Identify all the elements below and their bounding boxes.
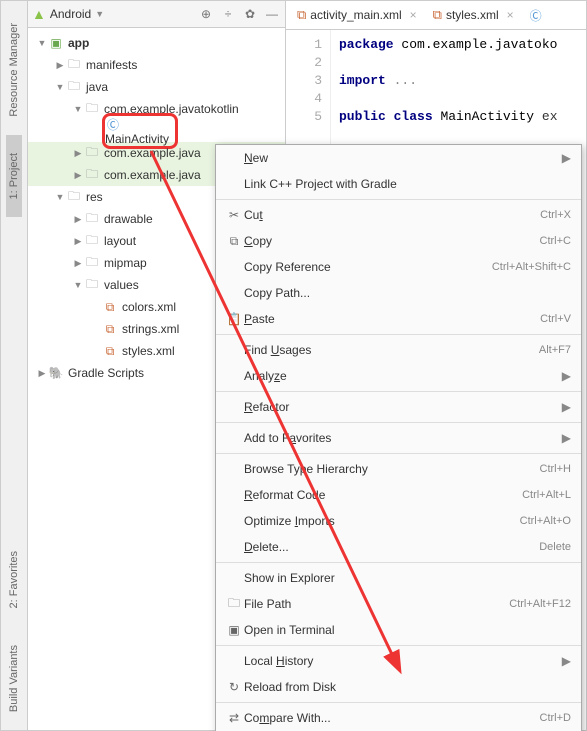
terminal-icon: ▣ xyxy=(224,623,244,637)
settings-icon[interactable]: ✿ xyxy=(241,5,259,23)
menu-analyze[interactable]: Analyze▶ xyxy=(216,363,581,389)
folder-icon: 🗀 xyxy=(84,277,100,293)
menu-copy[interactable]: ⧉CopyCtrl+C xyxy=(216,228,581,254)
xml-icon: ⧉ xyxy=(102,321,118,337)
close-icon[interactable]: × xyxy=(406,8,417,22)
menu-link-cpp[interactable]: Link C++ Project with Gradle xyxy=(216,171,581,197)
menu-browse-hierarchy[interactable]: Browse Type HierarchyCtrl+H xyxy=(216,456,581,482)
menu-file-path[interactable]: 🗀File PathCtrl+Alt+F12 xyxy=(216,591,581,617)
menu-copy-path[interactable]: Copy Path... xyxy=(216,280,581,306)
xml-icon: ⧉ xyxy=(297,7,306,23)
cut-icon: ✂ xyxy=(224,208,244,222)
menu-show-explorer[interactable]: Show in Explorer xyxy=(216,565,581,591)
xml-icon: ⧉ xyxy=(433,7,442,23)
project-pane-header: ▲ Android ▼ ⊕ ÷ ✿ — xyxy=(28,1,285,28)
submenu-arrow-icon: ▶ xyxy=(546,654,571,668)
class-icon: Ⓒ xyxy=(105,116,121,132)
folder-icon: 🗀 xyxy=(66,79,82,95)
target-icon[interactable]: ⊕ xyxy=(197,5,215,23)
menu-open-terminal[interactable]: ▣Open in Terminal xyxy=(216,617,581,643)
folder-icon: 🗀 xyxy=(224,594,244,615)
xml-icon: ⧉ xyxy=(102,343,118,359)
chevron-down-icon: ▼ xyxy=(95,9,104,19)
menu-add-favorites[interactable]: Add to Favorites▶ xyxy=(216,425,581,451)
editor-tabs: ⧉activity_main.xml× ⧉styles.xml× Ⓒ xyxy=(286,1,586,30)
package-icon: 🗀 xyxy=(84,167,100,183)
tab-overflow[interactable]: Ⓒ xyxy=(523,4,549,27)
build-variants-tab[interactable]: Build Variants xyxy=(6,627,22,730)
folder-icon: 🗀 xyxy=(84,255,100,271)
tree-mainactivity[interactable]: ⒸMainActivity xyxy=(28,120,285,142)
menu-new[interactable]: New▶ xyxy=(216,145,581,171)
resource-manager-tab[interactable]: Resource Manager xyxy=(6,5,22,135)
tree-manifests[interactable]: ▶🗀manifests xyxy=(28,54,285,76)
package-icon: 🗀 xyxy=(84,145,100,161)
submenu-arrow-icon: ▶ xyxy=(546,400,571,414)
xml-icon: ⧉ xyxy=(102,299,118,315)
folder-icon: 🗀 xyxy=(84,233,100,249)
menu-delete[interactable]: Delete...Delete xyxy=(216,534,581,560)
submenu-arrow-icon: ▶ xyxy=(546,151,571,165)
collapse-icon[interactable]: ÷ xyxy=(219,5,237,23)
submenu-arrow-icon: ▶ xyxy=(546,431,571,445)
left-sidebar: Resource Manager 1: Project 2: Favorites… xyxy=(1,1,28,730)
context-menu: New▶ Link C++ Project with Gradle ✂CutCt… xyxy=(215,144,582,731)
tree-app[interactable]: ▼▣app xyxy=(28,32,285,54)
menu-refactor[interactable]: Refactor▶ xyxy=(216,394,581,420)
menu-paste[interactable]: 📋PasteCtrl+V xyxy=(216,306,581,332)
class-icon: Ⓒ xyxy=(530,7,542,24)
tree-java[interactable]: ▼🗀java xyxy=(28,76,285,98)
favorites-tab[interactable]: 2: Favorites xyxy=(6,533,22,626)
folder-icon: 🗀 xyxy=(66,189,82,205)
close-icon[interactable]: × xyxy=(503,8,514,22)
folder-icon: 🗀 xyxy=(66,57,82,73)
compare-icon: ⇄ xyxy=(224,711,244,725)
module-icon: ▣ xyxy=(48,35,64,51)
reload-icon: ↻ xyxy=(224,680,244,694)
view-mode-label: Android xyxy=(50,7,91,21)
paste-icon: 📋 xyxy=(224,312,244,326)
minimize-icon[interactable]: — xyxy=(263,5,281,23)
menu-find-usages[interactable]: Find UsagesAlt+F7 xyxy=(216,337,581,363)
package-icon: 🗀 xyxy=(84,101,100,117)
tab-styles[interactable]: ⧉styles.xml× xyxy=(426,4,521,26)
copy-icon: ⧉ xyxy=(224,234,244,249)
menu-compare-with[interactable]: ⇄Compare With...Ctrl+D xyxy=(216,705,581,731)
folder-icon: 🗀 xyxy=(84,211,100,227)
view-mode-dropdown[interactable]: ▲ Android ▼ xyxy=(32,6,104,22)
menu-local-history[interactable]: Local History▶ xyxy=(216,648,581,674)
gradle-icon: 🐘 xyxy=(48,365,64,381)
menu-reformat[interactable]: Reformat CodeCtrl+Alt+L xyxy=(216,482,581,508)
submenu-arrow-icon: ▶ xyxy=(546,369,571,383)
android-icon: ▲ xyxy=(32,6,46,22)
menu-optimize-imports[interactable]: Optimize ImportsCtrl+Alt+O xyxy=(216,508,581,534)
menu-copy-reference[interactable]: Copy ReferenceCtrl+Alt+Shift+C xyxy=(216,254,581,280)
menu-cut[interactable]: ✂CutCtrl+X xyxy=(216,202,581,228)
project-tab[interactable]: 1: Project xyxy=(6,135,22,217)
tab-activity-main[interactable]: ⧉activity_main.xml× xyxy=(290,4,424,26)
menu-reload-disk[interactable]: ↻Reload from Disk xyxy=(216,674,581,700)
